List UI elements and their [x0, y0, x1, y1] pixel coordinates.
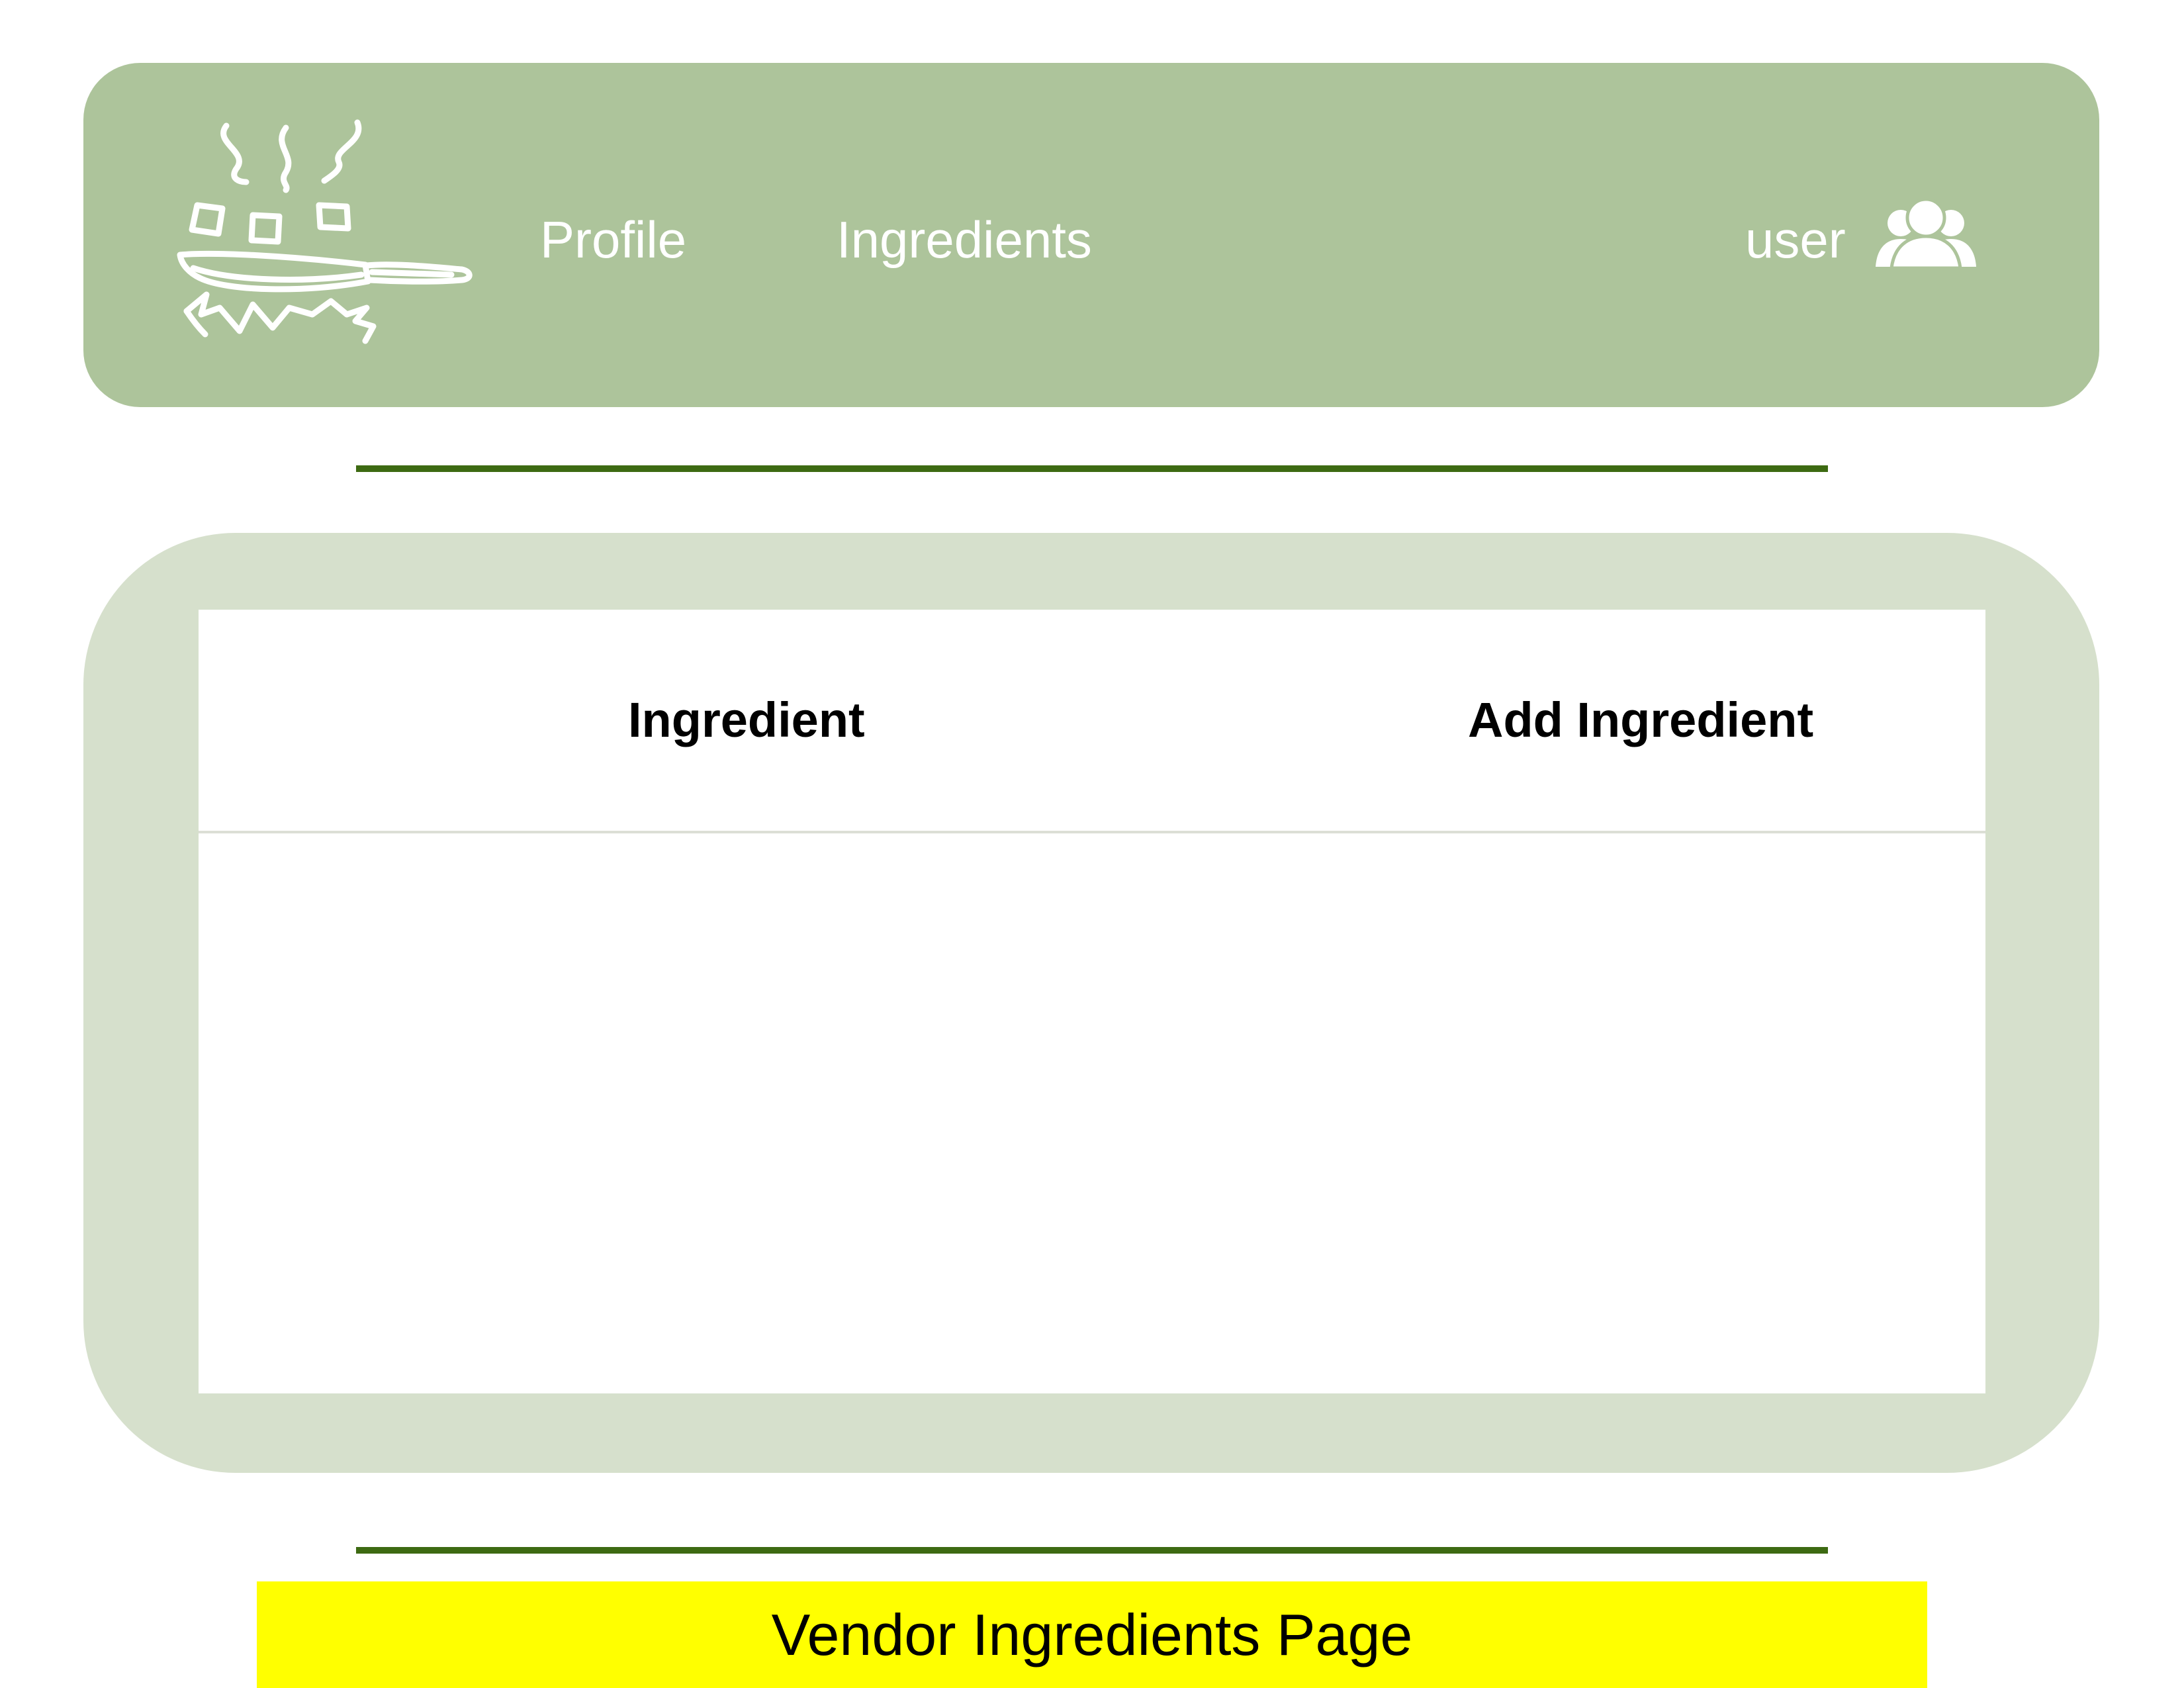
table-header: Ingredient Add Ingredient	[199, 610, 1985, 833]
page-caption: Vendor Ingredients Page	[257, 1581, 1927, 1688]
page-caption-text: Vendor Ingredients Page	[771, 1601, 1413, 1667]
bottom-divider	[356, 1547, 1828, 1554]
add-ingredient-button[interactable]: Add Ingredient	[1468, 692, 1813, 749]
ingredients-table: Ingredient Add Ingredient	[199, 610, 1985, 1393]
nav-ingredients-link[interactable]: Ingredients	[837, 210, 1092, 269]
table-body	[199, 833, 1985, 1393]
column-header-ingredient: Ingredient	[628, 692, 865, 747]
users-group-icon[interactable]	[1873, 195, 1979, 269]
frying-pan-icon	[177, 119, 473, 344]
user-label[interactable]: user	[1745, 210, 1846, 269]
header-bar: Profile Ingredients user	[83, 63, 2099, 407]
ingredients-panel: Ingredient Add Ingredient	[83, 533, 2099, 1473]
nav-profile-link[interactable]: Profile	[540, 210, 686, 269]
top-divider	[356, 465, 1828, 472]
